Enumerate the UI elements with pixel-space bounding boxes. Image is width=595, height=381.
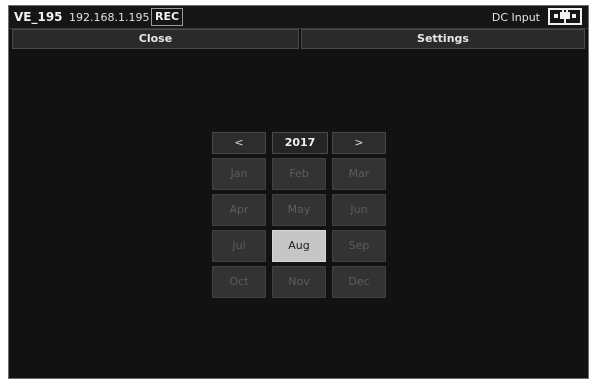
month-sep[interactable]: Sep <box>332 230 386 262</box>
status-bar: VE_195 192.168.1.195 REC DC Input <box>9 6 588 29</box>
month-jan[interactable]: Jan <box>212 158 266 190</box>
month-oct[interactable]: Oct <box>212 266 266 298</box>
settings-button[interactable]: Settings <box>301 29 585 49</box>
month-aug-selected[interactable]: Aug <box>272 230 326 262</box>
month-feb[interactable]: Feb <box>272 158 326 190</box>
device-window: VE_195 192.168.1.195 REC DC Input Close … <box>8 5 589 379</box>
month-may[interactable]: May <box>272 194 326 226</box>
month-mar[interactable]: Mar <box>332 158 386 190</box>
device-name: VE_195 <box>14 10 63 24</box>
close-button[interactable]: Close <box>12 29 299 49</box>
month-jul[interactable]: Jul <box>212 230 266 262</box>
power-source-label: DC Input <box>491 11 540 24</box>
year-label: 2017 <box>272 132 328 154</box>
action-bar: Close Settings <box>9 29 588 49</box>
year-navigation: < 2017 > <box>212 132 388 154</box>
rec-badge: REC <box>151 8 184 26</box>
dc-plug-icon <box>548 8 582 25</box>
month-apr[interactable]: Apr <box>212 194 266 226</box>
next-year-button[interactable]: > <box>332 132 386 154</box>
month-jun[interactable]: Jun <box>332 194 386 226</box>
month-dec[interactable]: Dec <box>332 266 386 298</box>
month-nov[interactable]: Nov <box>272 266 326 298</box>
prev-year-button[interactable]: < <box>212 132 266 154</box>
device-ip: 192.168.1.195 <box>69 11 150 24</box>
